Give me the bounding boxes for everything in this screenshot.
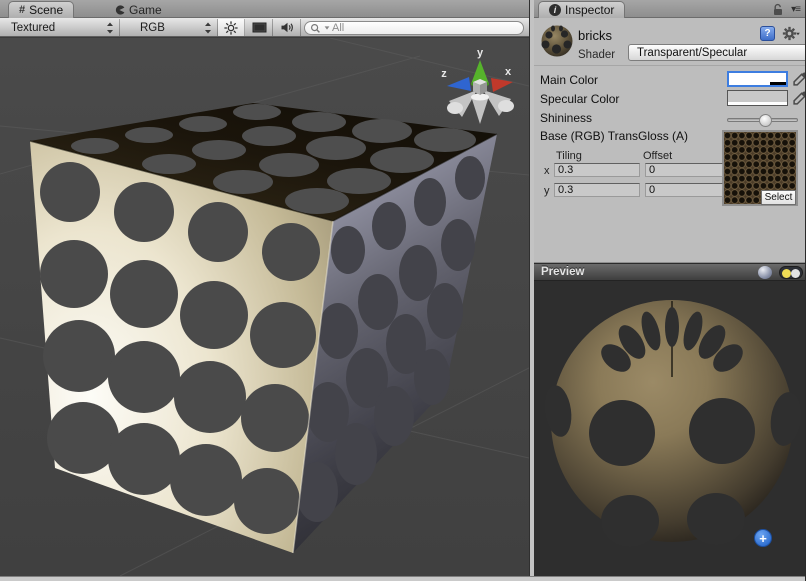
lock-icon[interactable] (772, 3, 785, 16)
render-paths-toggle-button[interactable] (246, 19, 273, 36)
inspector-pane: i Inspector ▾≡ (534, 0, 806, 576)
shader-dropdown[interactable]: Transparent/Specular (628, 44, 806, 61)
eyedropper-icon[interactable] (792, 90, 806, 106)
scene-pane: # Scene Game Textured RGB (0, 0, 529, 576)
grid-icon: # (19, 5, 25, 16)
gear-caret-icon (796, 32, 800, 34)
tab-scene-label: Scene (29, 3, 63, 17)
updown-arrows-icon (204, 22, 212, 34)
preview-mesh-toggle-icon[interactable] (758, 266, 772, 279)
image-icon (252, 21, 267, 34)
uv-y-axis-label: y (544, 185, 550, 197)
main-color-alpha-remainder (770, 82, 786, 85)
tab-inspector-label: Inspector (565, 3, 614, 17)
material-inspector: bricks ? Shader Transparent/Specular Mai… (534, 18, 806, 263)
uv-x-axis-label: x (544, 165, 550, 177)
main-color-alpha-bar (729, 82, 770, 85)
tab-game-label: Game (129, 3, 162, 17)
material-preview-viewport[interactable]: + (534, 281, 806, 576)
offset-x-field[interactable] (645, 163, 723, 177)
render-mode-label: Textured (11, 22, 106, 34)
gizmo-y-label: y (477, 47, 484, 59)
scene-render: y z x (0, 38, 529, 576)
search-icon (310, 23, 322, 34)
shininess-slider-handle[interactable] (759, 114, 772, 127)
tab-game[interactable]: Game (104, 1, 172, 18)
tab-inspector[interactable]: i Inspector (538, 1, 625, 18)
gizmo-x-label: x (505, 66, 512, 78)
unity-editor-window: # Scene Game Textured RGB (0, 0, 806, 581)
shader-label: Shader (578, 49, 615, 61)
game-icon (114, 5, 125, 15)
texture-select-button[interactable]: Select (761, 190, 796, 205)
lighting-toggle-button[interactable] (218, 19, 245, 36)
preview-title: Preview (541, 266, 584, 278)
specular-color-swatch[interactable] (727, 90, 788, 106)
render-mode-dropdown[interactable]: Textured (2, 19, 120, 36)
shader-value: Transparent/Specular (637, 47, 806, 59)
help-icon[interactable]: ? (760, 26, 775, 41)
tiling-y-field[interactable] (554, 183, 640, 197)
eyedropper-icon[interactable] (792, 71, 806, 87)
window-bottom-edge (0, 576, 806, 581)
specular-color-alpha-bar (728, 102, 787, 105)
color-channel-label: RGB (140, 22, 204, 34)
color-channel-dropdown[interactable]: RGB (121, 19, 218, 36)
inspector-tabbar: i Inspector ▾≡ (534, 0, 806, 18)
speaker-icon (280, 21, 294, 34)
scene-search-field[interactable]: All (304, 21, 524, 35)
gizmo-z-label: z (441, 68, 447, 80)
preview-header[interactable]: Preview (534, 263, 806, 281)
search-filter-label: All (332, 22, 344, 34)
preview-light-toggle-icon[interactable] (779, 266, 803, 279)
material-thumbnail[interactable] (540, 24, 574, 58)
gear-icon[interactable] (782, 26, 802, 41)
material-name: bricks (578, 28, 612, 43)
search-filter-caret-icon (325, 26, 330, 29)
header-divider (534, 65, 806, 66)
specular-color-label: Specular Color (540, 92, 619, 106)
main-color-swatch[interactable] (727, 71, 788, 87)
shininess-slider[interactable] (727, 118, 798, 122)
panel-menu-icon[interactable]: ▾≡ (791, 5, 800, 15)
info-icon: i (549, 4, 561, 16)
shininess-label: Shininess (540, 111, 592, 125)
audio-toggle-button[interactable] (274, 19, 301, 36)
add-button[interactable]: + (754, 529, 772, 547)
scene-toolbar: Textured RGB (0, 18, 529, 37)
offset-header: Offset (643, 150, 672, 162)
sun-icon (224, 21, 238, 35)
updown-arrows-icon (106, 22, 114, 34)
base-map-label: Base (RGB) TransGloss (A) (540, 129, 688, 143)
tab-scene[interactable]: # Scene (8, 1, 74, 18)
offset-y-field[interactable] (645, 183, 723, 197)
tiling-x-field[interactable] (554, 163, 640, 177)
scene-tabbar: # Scene Game (0, 0, 529, 18)
scene-viewport[interactable]: y z x (0, 38, 529, 576)
main-color-label: Main Color (540, 73, 598, 87)
tiling-header: Tiling (556, 150, 582, 162)
